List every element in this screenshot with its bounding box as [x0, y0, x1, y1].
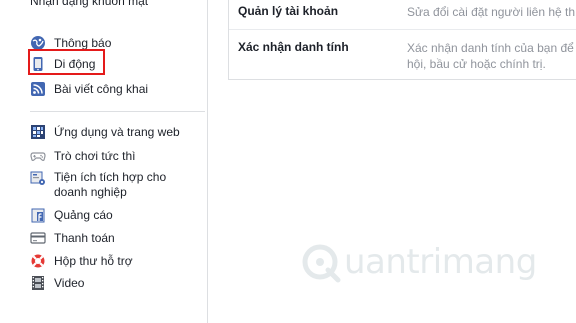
sidebar-item-public-posts[interactable]: Bài viết công khai [30, 79, 148, 99]
sidebar-item-label: Quảng cáo [54, 207, 113, 222]
sidebar-item-ads[interactable]: Quảng cáo [30, 205, 113, 225]
lifebuoy-icon [30, 253, 46, 269]
watermark-text: uantrimang [344, 242, 537, 282]
sidebar-item-business-integrations[interactable]: Tiện ích tích hợp cho doanh nghiệp [30, 170, 194, 204]
watermark-logo: uantrimang [300, 240, 537, 284]
settings-row-account-management[interactable]: Quản lý tài khoản Sửa đổi cài đặt người … [229, 0, 576, 30]
sidebar-item-instant-games[interactable]: Trò chơi tức thì [30, 146, 135, 166]
section-bottom-border [229, 79, 576, 80]
row-title: Xác nhận danh tính [238, 40, 349, 54]
row-description: Sửa đổi cài đặt người liên hệ th [407, 5, 576, 19]
sidebar-item-payments[interactable]: Thanh toán [30, 228, 115, 248]
rss-icon [30, 81, 46, 97]
row-description: Xác nhận danh tính của bạn để [407, 41, 574, 55]
gamepad-icon [30, 148, 46, 164]
row-title: Quản lý tài khoản [238, 4, 339, 18]
sidebar-item-label: Hộp thư hỗ trợ [54, 253, 133, 268]
settings-sidebar: Nhận dạng khuôn mặt Thông báo Di động Bà… [0, 0, 207, 323]
highlight-box [28, 49, 105, 75]
sidebar-item-label: Thanh toán [54, 230, 115, 245]
sidebar-item-apps-websites[interactable]: Ứng dụng và trang web [30, 122, 180, 142]
settings-row-identity-confirmation[interactable]: Xác nhận danh tính Xác nhận danh tính củ… [229, 30, 576, 80]
sidebar-item-support-inbox[interactable]: Hộp thư hỗ trợ [30, 251, 133, 271]
row-description-line2: hội, bầu cử hoặc chính trị. [407, 57, 546, 71]
sidebar-item-video[interactable]: Video [30, 273, 84, 293]
sidebar-divider [30, 111, 205, 112]
sidebar-item-face-recognition[interactable]: Nhận dạng khuôn mặt [30, 0, 148, 8]
film-icon [30, 275, 46, 291]
business-gear-icon [30, 170, 46, 186]
sidebar-item-label: Trò chơi tức thì [54, 148, 136, 163]
sidebar-item-label: Tiện ích tích hợp cho doanh nghiệp [54, 170, 167, 199]
sidebar-item-label: Video [54, 275, 85, 290]
ads-icon [30, 207, 46, 223]
sidebar-item-label: Ứng dụng và trang web [54, 124, 180, 139]
apps-grid-icon [30, 124, 46, 140]
sidebar-border [207, 0, 208, 323]
credit-card-icon [30, 230, 46, 246]
sidebar-item-label: Bài viết công khai [54, 81, 149, 96]
watermark-q-icon [302, 244, 341, 283]
